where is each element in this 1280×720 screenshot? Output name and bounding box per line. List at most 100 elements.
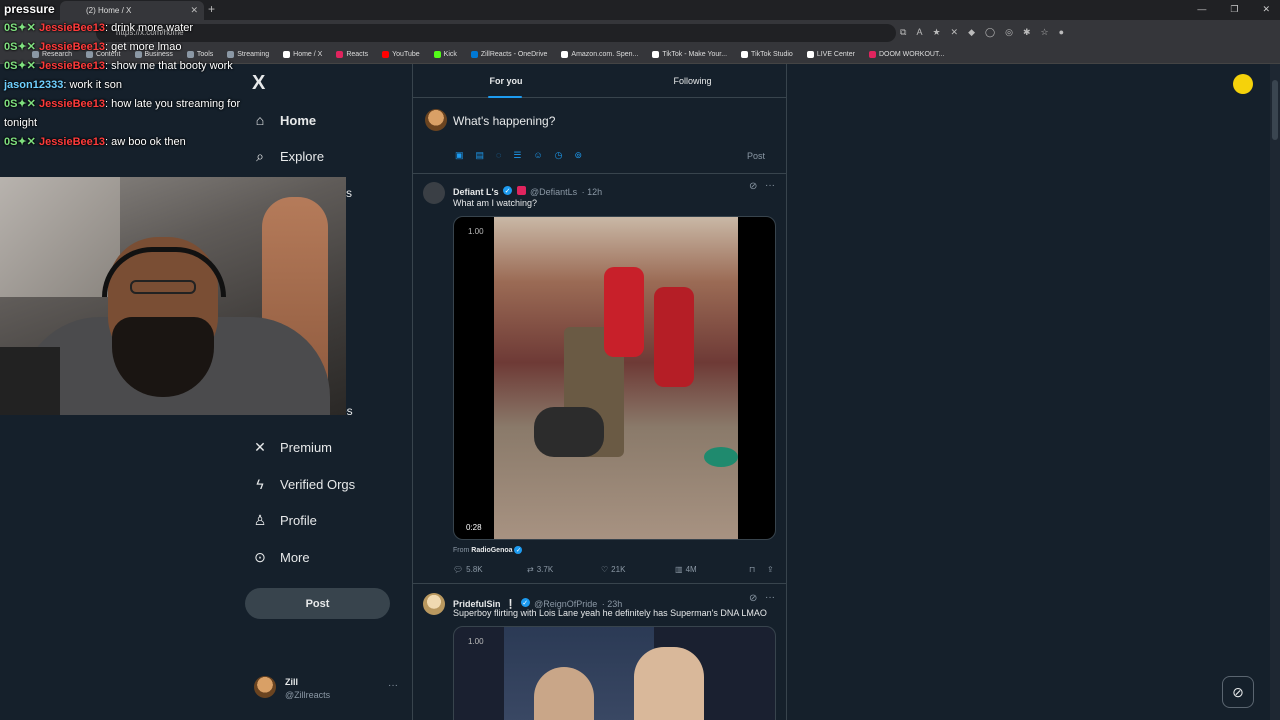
glasses-icon <box>130 280 196 294</box>
bookmark-item[interactable]: ZillReacts - OneDrive <box>470 51 547 58</box>
tweet-actions: 💬︎ 5.8K ⇄ 3.7K ♡ 21K ▥ 4M ⊓ ⇪ <box>453 565 779 574</box>
chat-badges-icon: 0S✦✕ <box>4 41 39 53</box>
video-frame-figure <box>654 287 694 387</box>
nav-verified-orgs[interactable]: ϟ Verified Orgs <box>252 476 355 492</box>
compose-avatar <box>425 109 447 131</box>
bookmark-item[interactable]: TikTok - Make Your... <box>652 51 727 58</box>
person-icon: ♙ <box>253 511 267 528</box>
bookmark-item[interactable]: TikTok Studio <box>741 51 793 58</box>
account-more-icon[interactable]: ··· <box>388 680 398 691</box>
shield-icon[interactable]: ◆ <box>968 27 975 38</box>
scrollbar-thumb[interactable] <box>1272 80 1278 140</box>
location-icon[interactable]: ⊚ <box>575 150 583 161</box>
chat-message: 0S✦✕ JessieBee13: drink more water <box>4 19 264 38</box>
stream-chat-overlay: pressure 0S✦✕ JessieBee13: drink more wa… <box>4 0 264 152</box>
video-playback-rate[interactable]: 1.00 <box>468 637 484 646</box>
nav-more[interactable]: ⊙ More <box>252 549 310 565</box>
translate-icon[interactable]: ⧉ <box>900 27 906 38</box>
nav-verified-orgs-label: Verified Orgs <box>280 476 356 492</box>
chat-username: JessieBee13 <box>38 136 106 148</box>
bookmark-favicon-icon <box>283 51 291 58</box>
chat-username: JessieBee13 <box>38 41 106 53</box>
account-name: Zill <box>285 677 298 687</box>
tab-following-label: Following <box>673 76 712 86</box>
nav-premium[interactable]: ✕ Premium <box>252 439 332 455</box>
tweet-avatar[interactable] <box>423 182 445 204</box>
profile-avatar-icon[interactable]: ● <box>1059 27 1064 38</box>
bookmark-favicon-icon <box>741 51 749 58</box>
compose-input[interactable]: What's happening? <box>453 114 555 128</box>
tweet-author-name[interactable]: Defiant L's <box>453 187 499 197</box>
tweet-video[interactable]: 1.00 0:28 <box>453 216 776 540</box>
tweet-time[interactable]: · 12h <box>582 187 603 197</box>
like-button[interactable]: ♡ 21K <box>601 565 675 574</box>
tweet-text: What am I watching? <box>453 198 538 208</box>
gif-icon[interactable]: ▤ <box>476 150 485 161</box>
emoji-icon[interactable]: ☺ <box>533 150 542 161</box>
tweet-handle[interactable]: @DefiantLs <box>530 187 577 197</box>
tweet-more-icon[interactable]: ··· <box>765 592 775 603</box>
bookmark-item[interactable]: Kick <box>433 51 457 58</box>
bookmark-icon[interactable]: ⊓ <box>749 565 767 574</box>
schedule-icon[interactable]: ◷ <box>555 150 563 161</box>
tab-following[interactable]: Following <box>599 64 786 98</box>
views-button[interactable]: ▥ 4M <box>675 565 749 574</box>
tweet-more-icon[interactable]: ··· <box>765 180 775 191</box>
repost-button[interactable]: ⇄ 3.7K <box>527 565 601 574</box>
maximize-button[interactable]: ❐ <box>1230 4 1238 15</box>
nav-explore-label: Explore <box>280 148 325 164</box>
video-frame-figure <box>534 407 604 457</box>
minimize-button[interactable]: — <box>1197 4 1206 15</box>
puzzle-icon[interactable]: ✱ <box>1023 27 1031 38</box>
bookmark-item[interactable]: Home / X <box>283 51 322 58</box>
x-icon: ✕ <box>254 438 266 455</box>
chat-username: JessieBee13 <box>38 60 106 72</box>
bookmark-item[interactable]: LIVE Center <box>806 51 855 58</box>
verified-badge-icon: ✓ <box>503 186 513 196</box>
feed-tabs: For you Following <box>413 64 786 98</box>
tweet-avatar[interactable] <box>423 593 445 615</box>
reply-button[interactable]: 💬︎ 5.8K <box>453 565 527 574</box>
account-switcher[interactable]: Zill @Zillreacts ··· <box>254 676 402 704</box>
tweet-video[interactable]: 1.00 <box>453 626 776 720</box>
game-ext-icon[interactable]: ◎ <box>1005 27 1013 38</box>
bookmark-item[interactable]: Amazon.com. Spen... <box>561 51 638 58</box>
grok-button[interactable]: ⊘ <box>1222 676 1254 708</box>
grok-explain-icon[interactable]: ⊘ <box>749 181 757 192</box>
bookmark-item[interactable]: YouTube <box>382 51 420 58</box>
analytics-icon: ▥ <box>675 565 683 574</box>
grok-icon[interactable]: ◌ <box>496 150 501 161</box>
chat-ext-icon[interactable]: ◯ <box>985 27 995 38</box>
compose-box: What's happening? ▣ ▤ ◌ ☰ ☺ ◷ ⊚ Post <box>413 98 786 174</box>
tab-for-you[interactable]: For you <box>413 64 599 98</box>
star-icon[interactable]: ★ <box>932 27 940 38</box>
compose-post-button[interactable]: Post <box>733 147 779 165</box>
grok-explain-icon[interactable]: ⊘ <box>749 593 757 604</box>
share-icon[interactable]: ⇪ <box>767 565 774 574</box>
nav-partial-label-1: s <box>346 186 352 200</box>
extensions-toolbar: ⧉ A ★ ✕ ◆ ◯ ◎ ✱ ☆ ● <box>900 27 1064 38</box>
x-ext-icon[interactable]: ✕ <box>951 27 959 38</box>
video-source-name[interactable]: RadioGenoa <box>471 547 512 554</box>
chat-messages: 0S✦✕ JessieBee13: drink more water 0S✦✕ J… <box>4 19 264 152</box>
post-button[interactable]: Post <box>245 588 390 619</box>
nav-profile[interactable]: ♙ Profile <box>252 512 317 528</box>
bookmark-item[interactable]: Reacts <box>336 51 368 58</box>
affiliate-badge-icon <box>516 186 526 196</box>
account-handle: @Zillreacts <box>285 690 331 700</box>
chat-badges-icon: 0S✦✕ <box>4 98 39 110</box>
reader-icon[interactable]: A <box>916 27 922 38</box>
image-icon[interactable]: ▣ <box>455 150 464 161</box>
bookmark-item[interactable]: DOOM WORKOUT... <box>868 51 944 58</box>
verified-badge-icon: ✓ <box>514 546 523 554</box>
poll-icon[interactable]: ☰ <box>513 150 521 161</box>
webcam-wall <box>0 177 120 297</box>
video-playback-rate[interactable]: 1.00 <box>468 227 484 236</box>
grok-sun-icon[interactable] <box>1233 74 1253 94</box>
close-window-button[interactable]: ✕ <box>1262 4 1270 15</box>
chat-username: JessieBee13 <box>38 98 106 110</box>
scrollbar[interactable] <box>1270 64 1280 720</box>
tweet[interactable]: Defiant L's ✓ @DefiantLs · 12h ⊘ ··· Wha… <box>413 174 786 584</box>
favorites-icon[interactable]: ☆ <box>1040 27 1048 38</box>
tweet[interactable]: PridefulSin ❕ ✓ @ReignOfPride · 23h ⊘ ··… <box>413 585 786 720</box>
